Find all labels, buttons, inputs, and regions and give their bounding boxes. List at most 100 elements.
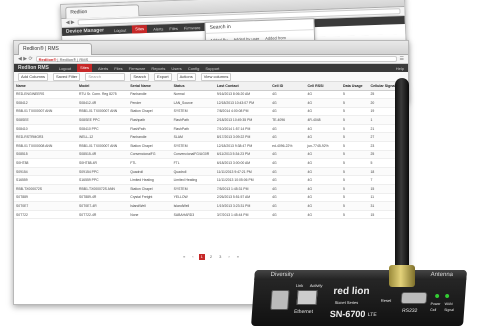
table-cell: 5 [340,150,369,160]
table-row[interactable]: S08410 S08410 PPC FlashPath FlashPath 7/10/2… [14,124,408,134]
column-header[interactable]: Model [77,82,129,91]
table-row[interactable]: S16559 S16559 PPC Limited Heating Limited H… [14,175,408,186]
table-cell: 5 [340,184,369,194]
pager-item[interactable]: « [181,254,187,260]
menu-icon[interactable]: ☰ [400,56,404,62]
column-header[interactable]: Name [14,82,66,91]
app-title: Redlion RMS [18,65,49,71]
address-field[interactable]: Redlion® | Redlion® | RMS [35,56,397,62]
browser-tab[interactable]: Redlion® | RMS [18,43,92,55]
table-row[interactable]: RED-ENGINEERS RTU Sr. Conn. Reg 8275 Panha… [14,90,408,100]
table-cell: None [128,210,172,220]
table-row[interactable]: S0T722 S0T722-4R None SABAHARD3 3/7/2013 1:4… [14,210,408,220]
table-cell: S08515 [14,150,66,160]
table-cell: 4G [270,124,306,134]
search-button[interactable]: Search [130,72,150,81]
table-cell: 4G [270,193,306,203]
column-header[interactable]: Data Usage [340,82,369,91]
actions-button[interactable]: Actions [176,72,196,81]
app-navbar: Redlion RMS Logout Sites Alerts Files Fi… [14,64,408,72]
table-cell [65,141,78,151]
table-cell: Panhandle [128,90,172,100]
table-row[interactable]: S08515 S08515-4R ConvencionalFG Convenciona… [14,150,408,160]
pager-item[interactable]: 1 [198,254,205,260]
column-header[interactable]: Last Contact [214,82,271,91]
table-cell: 4G [270,167,306,177]
nav-item-users[interactable]: Users [171,66,181,71]
pagination: «‹ 1 2 3 › » [14,254,408,260]
table-cell: S08412-4R [77,98,129,108]
table-cell: Normal [171,90,215,100]
table-cell: RBB1-01 TX000007 ANN [77,107,129,117]
nav-item-firmware[interactable]: Firmware [129,66,146,71]
pager-item[interactable]: » [235,254,241,260]
table-cell: 4G [270,201,306,211]
back-forward-icon[interactable]: ◀ ▶ ⟳ [18,56,33,62]
table-cell [65,98,78,108]
table-cell: RBB-01 TX000007 ANN [14,107,66,117]
nav-item-files[interactable]: Files [114,66,122,71]
search-input[interactable]: Search [85,72,126,81]
table-cell: 11/11/2013 9:47:21 PM [214,167,271,177]
table-cell: 7/10/2014 1:57:14 PM [214,124,271,134]
table-row[interactable]: RBB-TX000072S RBB1-TX000072S ANN Station C… [14,184,408,194]
table-cell: FlashPath [171,115,215,125]
table-cell: Limited Heating [128,175,172,186]
table-cell: RED-ENGINEERS [14,90,66,100]
brand-logo: red lion [333,286,370,297]
add-columns-button[interactable]: Add Columns [18,72,49,81]
back-nav-icon[interactable]: ◀ ▶ [66,19,75,25]
table-cell: IslandWell [171,201,215,211]
nav-item-config[interactable]: Config [188,66,200,71]
back-nav-item-active[interactable]: Sites [132,24,148,34]
table-cell: 6/18/2013 3:00:00 AM [214,158,271,168]
pager-item[interactable]: › [226,254,231,260]
nav-item-help[interactable]: Help [396,66,404,71]
table-cell: SABAHARD3 [171,210,215,220]
table-cell: S08515-4R [77,150,129,160]
column-header[interactable]: Serial Name [128,82,172,91]
pager-item[interactable]: ‹ [190,254,195,260]
back-nav-item[interactable]: Logout [114,27,126,32]
table-cell: 5 [340,141,369,151]
table-row[interactable]: S08SEE S08SEE PPC Flashpath FlashPath 2/18/2… [14,115,408,125]
column-header[interactable] [65,82,78,91]
table-row[interactable]: RBB-01 TX000007 ANN RBB1-01 TX000007 ANN S… [14,107,408,117]
saved-filter-button[interactable]: Saved Filter [53,72,81,81]
nav-item-alerts[interactable]: Alerts [98,66,108,71]
back-nav-item[interactable]: Files [169,25,178,30]
table-cell: FlashPath [128,124,172,134]
series-label: Sixnet Series [334,300,359,305]
nav-item-reports[interactable]: Reports [151,66,165,71]
table-row[interactable]: S09154 S09154 PPC Quadroll Quadroll 11/11/20… [14,167,408,177]
nav-item-sites[interactable]: Sites [77,64,92,72]
table-cell: S0HT88 [14,158,66,168]
table-row[interactable]: S0T0E7 S0T0E7-4R IslandWell IslandWell 1/19/… [14,201,408,211]
column-header[interactable]: Cell ID [270,82,306,91]
table-cell: 5 [340,124,369,134]
column-header[interactable]: Status [171,82,215,91]
table-cell: 4G [305,124,341,134]
table-cell: Pender [128,98,172,108]
back-nav-item[interactable]: Firmware [184,25,201,31]
table-row[interactable]: S0HT88 S0HT88-4R FTL FTL 6/18/2013 3:00:00 A… [14,158,408,168]
table-cell: Station Chapel [128,184,172,194]
back-nav-item[interactable]: Alerts [153,26,163,31]
table-row[interactable]: RED-RSTRMGR3 WELL-12 Panhandle SLAM 8/17/201… [14,132,408,143]
column-header[interactable]: Cell RSSI [305,82,341,91]
export-button[interactable]: Export [154,72,172,81]
table-cell: Panhandle [128,132,172,143]
table-cell: 12/18/2013 10:43:07 PM [214,98,271,108]
nav-item-support[interactable]: Support [205,66,219,71]
table-cell: 4G [270,175,306,186]
table-cell: S08412 [14,98,66,108]
pager-item[interactable]: 2 [208,254,214,260]
nav-item-logout[interactable]: Logout [59,66,71,71]
table-row[interactable]: S08412 S08412-4R Pender LAN_Source 12/18/201… [14,98,408,108]
pager-item[interactable]: 3 [217,254,223,260]
view-columns-button[interactable]: View columns [200,72,232,81]
table-row[interactable]: S0T889 S0T889-4R Crystal Freight YELLOW 2/26… [14,193,408,203]
table-row[interactable]: RBB-01 TX000008 ANN RBB1-01 TX000007 ANN S… [14,141,408,151]
table-cell: TE-4096 [270,115,306,125]
table-cell: Station Chapel [128,141,172,151]
